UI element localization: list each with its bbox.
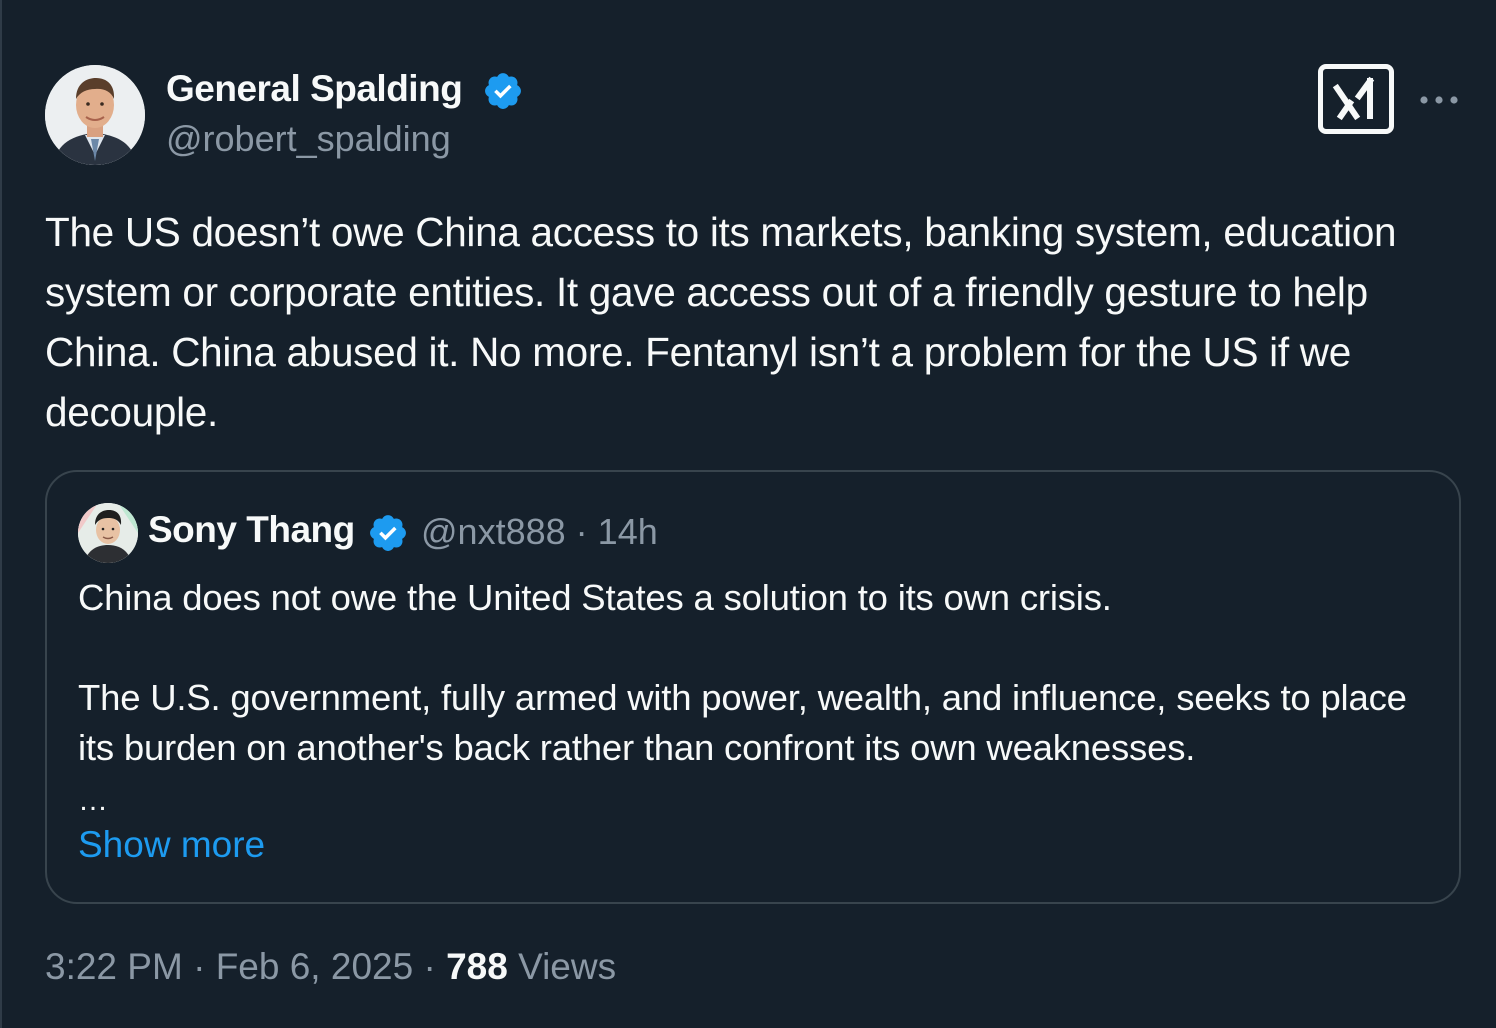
quoted-paragraph: China does not owe the United States a s… xyxy=(78,577,1112,618)
meta-separator: · xyxy=(423,946,436,987)
more-horizontal-icon[interactable] xyxy=(1412,80,1466,120)
quoted-author-avatar[interactable] xyxy=(78,503,138,563)
quoted-author-name[interactable]: Sony Thang xyxy=(148,509,355,551)
author-name[interactable]: General Spalding xyxy=(166,68,463,110)
author-avatar[interactable] xyxy=(45,65,145,165)
quoted-tweet-age[interactable]: 14h xyxy=(598,511,658,552)
views-label: Views xyxy=(518,946,617,987)
views-count: 788 xyxy=(446,946,508,987)
tweet-date[interactable]: Feb 6, 2025 xyxy=(216,946,413,987)
meta-separator: · xyxy=(193,946,206,987)
quoted-author-meta: @nxt888 · 14h xyxy=(421,511,658,553)
tweet-time[interactable]: 3:22 PM xyxy=(45,946,183,987)
quoted-tweet[interactable]: Sony Thang @nxt888 · 14h China does not … xyxy=(45,470,1461,904)
quoted-paragraph: The U.S. government, fully armed with po… xyxy=(78,677,1407,768)
truncation-ellipsis: … xyxy=(78,784,108,817)
meta-separator: · xyxy=(575,511,588,552)
tweet-text: The US doesn’t owe China access to its m… xyxy=(45,209,1397,435)
quoted-author-handle[interactable]: @nxt888 xyxy=(421,511,566,552)
verified-badge-icon xyxy=(482,70,524,112)
tweet-metadata: 3:22 PM · Feb 6, 2025 · 788 Views xyxy=(45,946,616,988)
verified-badge-icon xyxy=(367,512,409,554)
tweet-card: General Spalding @robert_spalding The US… xyxy=(0,0,1496,1028)
grok-icon[interactable] xyxy=(1318,64,1394,134)
quoted-tweet-text: China does not owe the United States a s… xyxy=(78,573,1438,773)
show-more-link[interactable]: Show more xyxy=(78,824,265,866)
author-handle[interactable]: @robert_spalding xyxy=(166,118,451,160)
